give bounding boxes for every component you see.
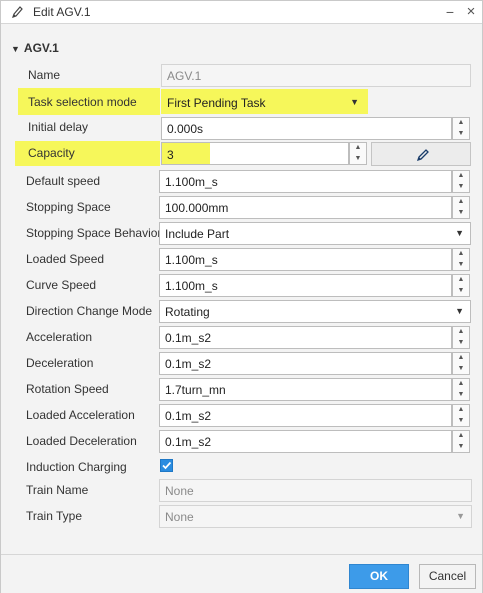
task-selection-mode-label: Task selection mode <box>28 95 137 109</box>
name-label: Name <box>28 68 61 82</box>
direction-change-mode-dropdown[interactable]: Rotating ▼ <box>159 300 471 323</box>
pencil-icon <box>416 149 429 162</box>
initial-delay-label: Initial delay <box>28 120 89 134</box>
stopping-space-behavior-value: Include Part <box>165 227 230 241</box>
stepper-down-icon[interactable]: ▼ <box>453 416 469 426</box>
deceleration-input[interactable]: 0.1m_s2 <box>159 352 452 375</box>
minimize-button[interactable]: − <box>441 3 459 21</box>
train-type-value: None <box>165 510 194 524</box>
rotation-speed-label: Rotation Speed <box>26 382 109 396</box>
title-bar: Edit AGV.1 − × <box>1 1 482 24</box>
default-speed-label: Default speed <box>26 174 101 188</box>
deceleration-stepper[interactable]: ▲ ▼ <box>452 352 470 375</box>
stepper-up-icon[interactable]: ▲ <box>453 197 469 207</box>
loaded-deceleration-input[interactable]: 0.1m_s2 <box>159 430 452 453</box>
train-name-label: Train Name <box>26 483 89 497</box>
train-type-dropdown: None ▼ <box>159 505 472 528</box>
collapse-triangle-icon: ▼ <box>11 44 20 54</box>
pencil-icon <box>11 5 23 19</box>
stepper-up-icon[interactable]: ▲ <box>453 327 469 337</box>
stepper-down-icon[interactable]: ▼ <box>453 260 469 270</box>
capacity-stepper[interactable]: ▲ ▼ <box>349 142 367 165</box>
stepper-up-icon[interactable]: ▲ <box>453 431 469 441</box>
edit-dialog: Edit AGV.1 − × ▼ AGV.1 Name AGV.1 Task se… <box>0 0 483 593</box>
edit-capacity-button[interactable] <box>371 142 471 166</box>
default-speed-stepper[interactable]: ▲ ▼ <box>452 170 470 193</box>
loaded-speed-stepper[interactable]: ▲ ▼ <box>452 248 470 271</box>
acceleration-stepper[interactable]: ▲ ▼ <box>452 326 470 349</box>
task-selection-mode-value: First Pending Task <box>167 96 266 110</box>
train-type-label: Train Type <box>26 509 83 523</box>
loaded-speed-label: Loaded Speed <box>26 252 105 266</box>
loaded-acceleration-stepper[interactable]: ▲ ▼ <box>452 404 470 427</box>
curve-speed-stepper[interactable]: ▲ ▼ <box>452 274 470 297</box>
loaded-deceleration-stepper[interactable]: ▲ ▼ <box>452 430 470 453</box>
dropdown-arrow-icon: ▼ <box>455 228 464 238</box>
stopping-space-label: Stopping Space <box>26 200 111 214</box>
loaded-acceleration-input[interactable]: 0.1m_s2 <box>159 404 452 427</box>
dialog-footer <box>1 554 482 593</box>
close-button[interactable]: × <box>462 3 480 21</box>
rotation-speed-input[interactable]: 1.7turn_mn <box>159 378 452 401</box>
default-speed-input[interactable]: 1.100m_s <box>159 170 452 193</box>
section-header[interactable]: ▼ AGV.1 <box>11 41 59 55</box>
initial-delay-stepper[interactable]: ▲ ▼ <box>452 117 470 140</box>
capacity-value: 3 <box>167 148 174 162</box>
cancel-button[interactable]: Cancel <box>419 564 476 589</box>
stepper-down-icon[interactable]: ▼ <box>453 390 469 400</box>
loaded-acceleration-label: Loaded Acceleration <box>26 408 135 422</box>
stepper-down-icon[interactable]: ▼ <box>453 364 469 374</box>
deceleration-label: Deceleration <box>26 356 94 370</box>
stepper-up-icon[interactable]: ▲ <box>350 143 366 153</box>
stepper-up-icon[interactable]: ▲ <box>453 275 469 285</box>
stepper-down-icon[interactable]: ▼ <box>453 442 469 452</box>
name-field: AGV.1 <box>161 64 471 87</box>
window-title: Edit AGV.1 <box>33 5 91 19</box>
task-selection-mode-dropdown[interactable]: First Pending Task ▼ <box>161 89 368 114</box>
curve-speed-label: Curve Speed <box>26 278 97 292</box>
initial-delay-input[interactable]: 0.000s <box>161 117 452 140</box>
capacity-input[interactable]: 3 <box>161 142 349 165</box>
dropdown-arrow-icon: ▼ <box>455 306 464 316</box>
dropdown-arrow-icon: ▼ <box>456 511 465 521</box>
direction-change-mode-value: Rotating <box>165 305 210 319</box>
acceleration-input[interactable]: 0.1m_s2 <box>159 326 452 349</box>
dropdown-arrow-icon: ▼ <box>350 97 359 107</box>
induction-charging-checkbox[interactable] <box>160 459 173 472</box>
stepper-up-icon[interactable]: ▲ <box>453 171 469 181</box>
stepper-down-icon[interactable]: ▼ <box>453 338 469 348</box>
stepper-down-icon[interactable]: ▼ <box>453 182 469 192</box>
loaded-deceleration-label: Loaded Deceleration <box>26 434 137 448</box>
direction-change-mode-label: Direction Change Mode <box>26 304 153 318</box>
stopping-space-behavior-dropdown[interactable]: Include Part ▼ <box>159 222 471 245</box>
section-title: AGV.1 <box>23 41 59 55</box>
curve-speed-input[interactable]: 1.100m_s <box>159 274 452 297</box>
stopping-space-input[interactable]: 100.000mm <box>159 196 452 219</box>
loaded-speed-input[interactable]: 1.100m_s <box>159 248 452 271</box>
stepper-down-icon[interactable]: ▼ <box>350 154 366 164</box>
ok-button[interactable]: OK <box>349 564 409 589</box>
stepper-up-icon[interactable]: ▲ <box>453 379 469 389</box>
stepper-down-icon[interactable]: ▼ <box>453 208 469 218</box>
rotation-speed-stepper[interactable]: ▲ ▼ <box>452 378 470 401</box>
stopping-space-stepper[interactable]: ▲ ▼ <box>452 196 470 219</box>
acceleration-label: Acceleration <box>26 330 93 344</box>
stepper-down-icon[interactable]: ▼ <box>453 286 469 296</box>
stepper-down-icon[interactable]: ▼ <box>453 129 469 139</box>
stepper-up-icon[interactable]: ▲ <box>453 405 469 415</box>
checkmark-icon <box>162 461 172 470</box>
stopping-space-behavior-label: Stopping Space Behavior <box>26 226 162 240</box>
stepper-up-icon[interactable]: ▲ <box>453 118 469 128</box>
capacity-label: Capacity <box>28 146 75 160</box>
train-name-field: None <box>159 479 472 502</box>
stepper-up-icon[interactable]: ▲ <box>453 353 469 363</box>
induction-charging-label: Induction Charging <box>26 460 127 474</box>
stepper-up-icon[interactable]: ▲ <box>453 249 469 259</box>
